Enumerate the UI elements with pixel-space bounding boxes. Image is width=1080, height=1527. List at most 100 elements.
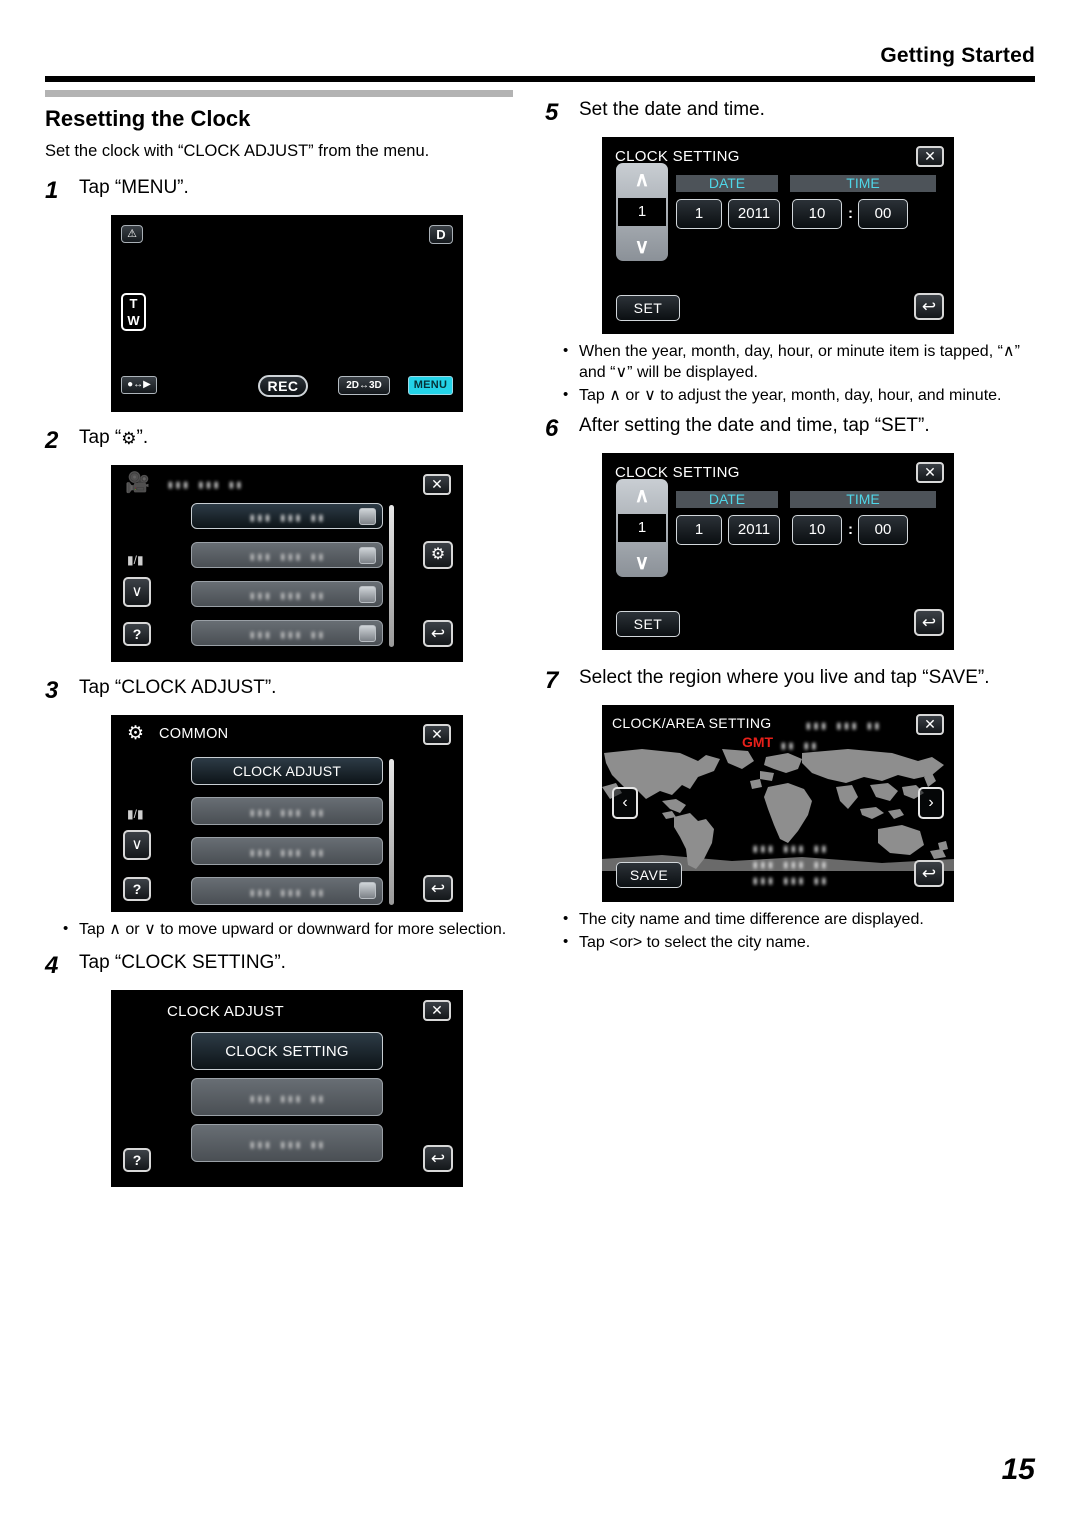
value-spinner[interactable]: ∧ 1 ∨ bbox=[616, 163, 668, 261]
save-button[interactable]: SAVE bbox=[616, 862, 682, 889]
scroll-down-icon[interactable]: ∨ bbox=[123, 830, 151, 861]
close-icon[interactable]: ✕ bbox=[423, 1000, 451, 1022]
step-text: After setting the date and time, tap “SE… bbox=[579, 415, 930, 437]
spinner-current-value: 1 bbox=[618, 198, 666, 226]
help-icon[interactable]: ? bbox=[123, 622, 151, 647]
spinner-down-icon[interactable]: ∨ bbox=[616, 550, 668, 575]
section-lead-text: Set the clock with “CLOCK ADJUST” from t… bbox=[45, 142, 430, 160]
step-text: Set the date and time. bbox=[579, 99, 765, 120]
next-region-icon[interactable]: › bbox=[918, 787, 944, 820]
menu-title-placeholder: ▮▮▮ ▮▮▮ ▮▮ bbox=[167, 480, 244, 493]
menu-row[interactable]: ▮▮▮ ▮▮▮ ▮▮ bbox=[191, 877, 383, 906]
camcorder-icon: 🎥 bbox=[125, 472, 150, 495]
mode-switch-button[interactable]: ●↔▶ bbox=[121, 376, 157, 395]
menu-row-clock-setting[interactable]: CLOCK SETTING bbox=[191, 1032, 383, 1071]
menu-row[interactable]: ▮▮▮ ▮▮▮ ▮▮ bbox=[191, 503, 383, 530]
menu-row[interactable]: ▮▮▮ ▮▮▮ ▮▮ bbox=[191, 620, 383, 647]
2d-3d-toggle-button[interactable]: 2D↔3D bbox=[338, 376, 390, 396]
set-button[interactable]: SET bbox=[616, 611, 680, 638]
hour-field[interactable]: 10 bbox=[792, 199, 842, 229]
step-7: 7 Select the region where you live and t… bbox=[545, 666, 1035, 696]
back-icon[interactable]: ↩ bbox=[914, 293, 944, 320]
step-3-notes: Tap ∧ or ∨ to move upward or downward fo… bbox=[45, 919, 513, 941]
spinner-up-icon[interactable]: ∧ bbox=[616, 167, 668, 192]
zoom-w-label: W bbox=[127, 313, 140, 329]
media-type-icon: ▮/▮ bbox=[127, 807, 144, 822]
help-icon[interactable]: ? bbox=[123, 877, 151, 902]
step-text: Select the region where you live and tap… bbox=[579, 667, 990, 689]
row-switch-icon bbox=[359, 625, 376, 643]
close-icon[interactable]: ✕ bbox=[423, 724, 451, 746]
gear-icon[interactable]: ⚙ bbox=[423, 541, 453, 570]
set-button[interactable]: SET bbox=[616, 295, 680, 321]
menu-row[interactable]: ▮▮▮ ▮▮▮ ▮▮ bbox=[191, 581, 383, 608]
step-number: 4 bbox=[45, 952, 59, 980]
time-header: TIME bbox=[790, 175, 936, 192]
media-type-icon: ▮/▮ bbox=[127, 553, 144, 568]
value-spinner[interactable]: ∧ 1 ∨ bbox=[616, 479, 668, 578]
time-header: TIME bbox=[790, 491, 936, 509]
menu-row[interactable]: ▮▮▮ ▮▮▮ ▮▮ bbox=[191, 1124, 383, 1163]
step-1: 1 Tap “MENU”. bbox=[45, 176, 513, 206]
note-item: Tap <or> to select the city name. bbox=[563, 932, 1035, 954]
help-icon[interactable]: ? bbox=[123, 1148, 151, 1173]
scrollbar[interactable] bbox=[389, 759, 394, 906]
close-icon[interactable]: ✕ bbox=[916, 146, 944, 167]
gmt-label: GMT bbox=[742, 734, 774, 751]
year-field[interactable]: 2011 bbox=[728, 199, 780, 229]
section-title: Resetting the Clock bbox=[45, 106, 251, 131]
header-rule bbox=[45, 76, 1035, 82]
time-separator: : bbox=[848, 205, 853, 222]
step-text: Tap “MENU”. bbox=[79, 177, 189, 199]
left-column: Resetting the Clock Set the clock with “… bbox=[45, 90, 513, 1188]
step-text: Tap “CLOCK SETTING”. bbox=[79, 952, 286, 974]
city-name-display: ▮▮▮ ▮▮▮ ▮▮ ▮▮▮ ▮▮▮ ▮▮ ▮▮▮ ▮▮▮ ▮▮ bbox=[751, 844, 829, 889]
minute-field[interactable]: 00 bbox=[858, 199, 908, 229]
back-icon[interactable]: ↩ bbox=[423, 1145, 453, 1173]
section-divider-bar bbox=[45, 90, 513, 97]
screenshot-clock-area-setting: CLOCK/AREA SETTING ▮▮▮ ▮▮▮ ▮▮ ✕ GMT ▮▮ ▮… bbox=[602, 705, 954, 903]
step-5-notes: When the year, month, day, hour, or minu… bbox=[545, 341, 1035, 407]
date-header: DATE bbox=[676, 491, 778, 509]
menu-row[interactable]: ▮▮▮ ▮▮▮ ▮▮ bbox=[191, 542, 383, 569]
menu-row-clock-adjust[interactable]: CLOCK ADJUST bbox=[191, 757, 383, 786]
menu-row[interactable]: ▮▮▮ ▮▮▮ ▮▮ bbox=[191, 1078, 383, 1117]
step-text-before: Tap “ bbox=[79, 427, 122, 449]
scroll-down-icon[interactable]: ∨ bbox=[123, 577, 151, 608]
previous-region-icon[interactable]: ‹ bbox=[612, 787, 638, 820]
step-6: 6 After setting the date and time, tap “… bbox=[545, 414, 1035, 444]
close-icon[interactable]: ✕ bbox=[916, 462, 944, 484]
step-text: Tap “CLOCK ADJUST”. bbox=[79, 677, 277, 699]
menu-button[interactable]: MENU bbox=[408, 376, 453, 396]
gmt-offset-value: ▮▮ ▮▮ bbox=[780, 741, 819, 754]
rec-button[interactable]: REC bbox=[258, 375, 308, 398]
d-badge: D bbox=[429, 225, 453, 245]
zoom-tw-control[interactable]: T W bbox=[121, 293, 146, 332]
menu-row[interactable]: ▮▮▮ ▮▮▮ ▮▮ bbox=[191, 797, 383, 826]
spinner-down-icon[interactable]: ∨ bbox=[616, 234, 668, 259]
back-icon[interactable]: ↩ bbox=[423, 620, 453, 648]
back-icon[interactable]: ↩ bbox=[914, 860, 944, 888]
year-field[interactable]: 2011 bbox=[728, 515, 780, 546]
spinner-up-icon[interactable]: ∧ bbox=[616, 483, 668, 508]
back-icon[interactable]: ↩ bbox=[914, 609, 944, 637]
minute-field[interactable]: 00 bbox=[858, 515, 908, 546]
month-field[interactable]: 1 bbox=[676, 515, 722, 546]
step-number: 1 bbox=[45, 177, 59, 205]
step-text: Tap “⚙”. bbox=[79, 426, 513, 450]
page-number: 15 bbox=[1001, 1453, 1035, 1486]
row-switch-icon bbox=[359, 508, 376, 526]
gear-icon: ⚙ bbox=[121, 429, 137, 449]
hour-field[interactable]: 10 bbox=[792, 515, 842, 546]
back-icon[interactable]: ↩ bbox=[423, 875, 453, 903]
month-field[interactable]: 1 bbox=[676, 199, 722, 229]
screenshot-record-mode: ⚠ D T W ●↔▶ REC 2D↔3D MENU bbox=[111, 215, 463, 413]
menu-row[interactable]: ▮▮▮ ▮▮▮ ▮▮ bbox=[191, 837, 383, 866]
close-icon[interactable]: ✕ bbox=[916, 714, 944, 736]
step-number: 5 bbox=[545, 99, 559, 126]
close-icon[interactable]: ✕ bbox=[423, 474, 451, 496]
step-number: 2 bbox=[45, 427, 59, 455]
step-2: 2 Tap “⚙”. bbox=[45, 426, 513, 456]
scrollbar[interactable] bbox=[389, 505, 394, 648]
note-item: Tap ∧ or ∨ to adjust the year, month, da… bbox=[563, 385, 1035, 407]
